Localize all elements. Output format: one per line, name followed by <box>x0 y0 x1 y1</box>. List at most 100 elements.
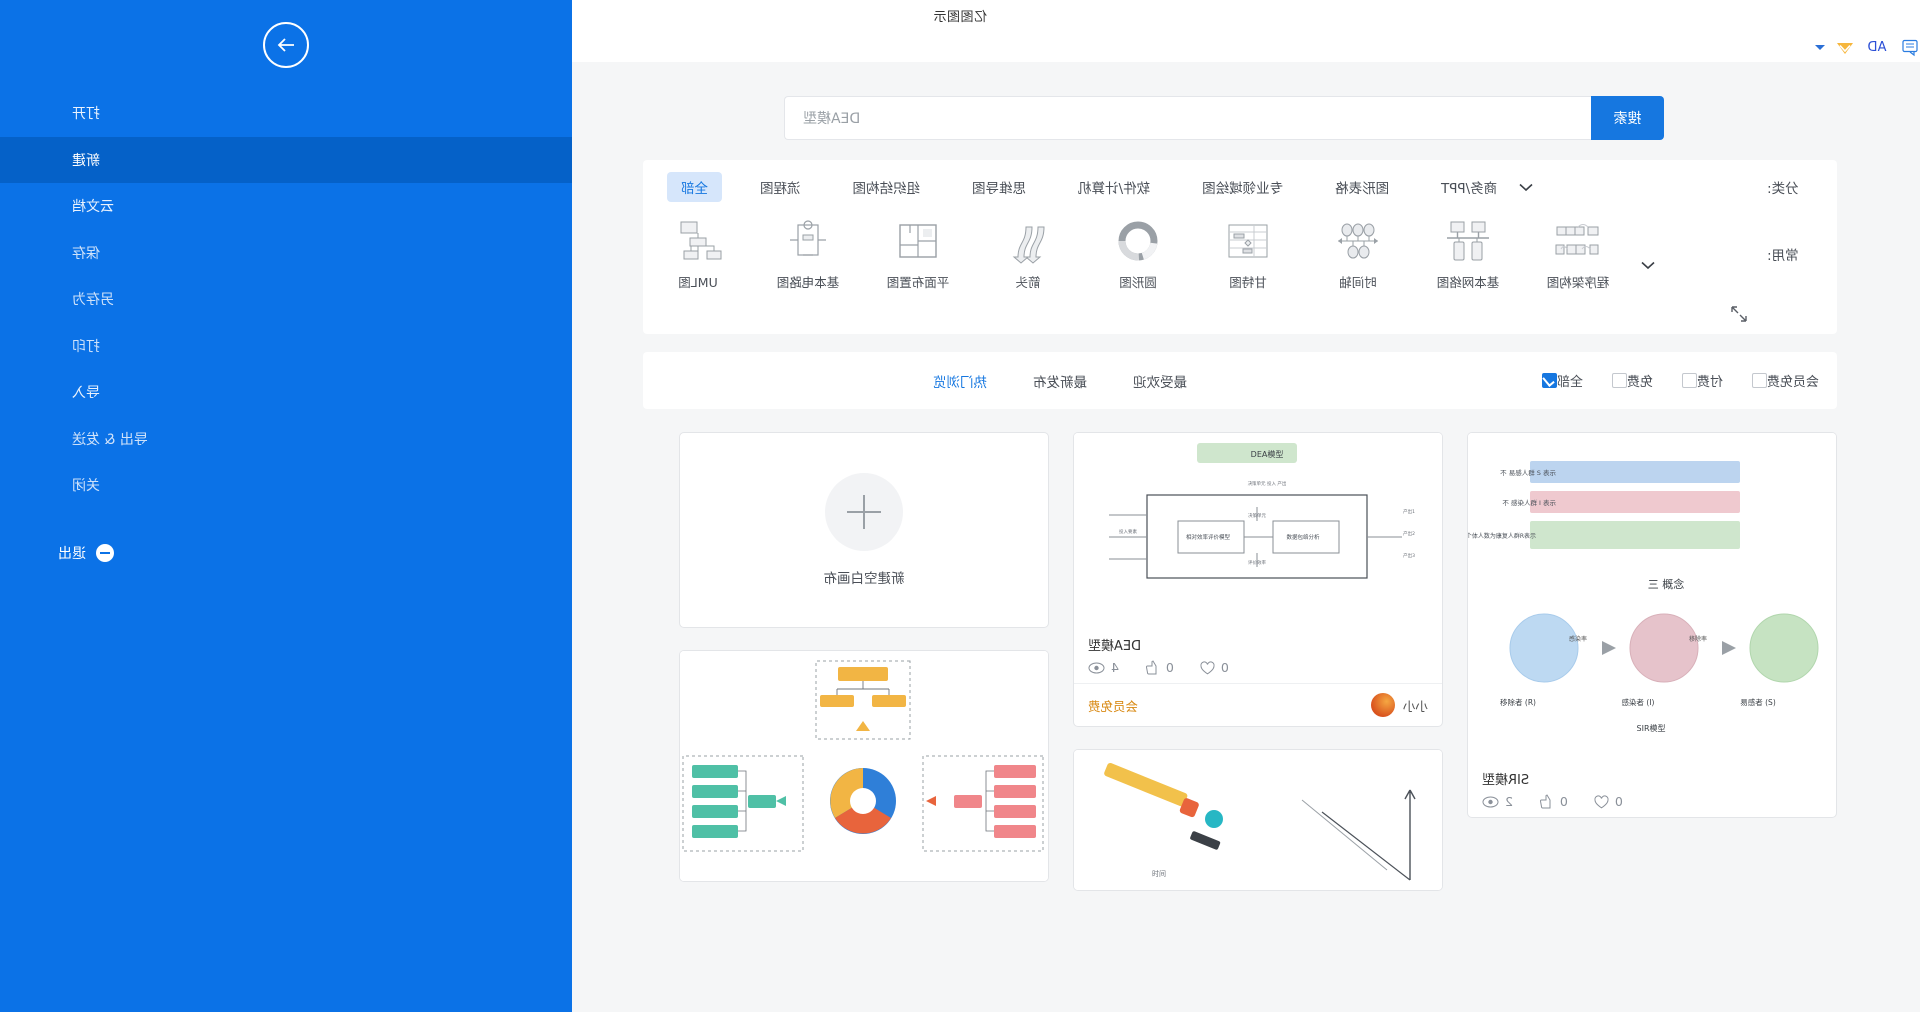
stat-views: 4 <box>1088 660 1119 675</box>
floor-plan-icon <box>892 214 944 270</box>
sidebar-item-save-as[interactable]: 另存为 <box>0 276 572 323</box>
filter-all[interactable]: 全部 <box>1535 371 1583 390</box>
checkbox-free[interactable] <box>1611 373 1627 388</box>
app-root: 亿图图示 AD 搜索 DEA模型 分类: 全部 流程图 组织结构图 思维导图 软… <box>0 0 1920 1012</box>
common-label: 常用: <box>1767 248 1799 264</box>
template-thumbnail-org-mindmap <box>679 651 1048 881</box>
filter-member-free-label: 会员免费 <box>1766 375 1819 390</box>
sort-tabs: 热门浏览 最新发布 最受欢迎 <box>933 371 1233 391</box>
template-card-sir-model[interactable]: 不 易感人群 S 表示 不 感染人群 I 表示 移除人群包括免疫者和死亡者在内的… <box>1467 432 1837 818</box>
sidebar-item-close[interactable]: 关闭 <box>0 462 572 509</box>
filter-paid[interactable]: 付费 <box>1675 371 1723 390</box>
comment-icon[interactable] <box>1897 37 1920 59</box>
sidebar-item-save[interactable]: 保存 <box>0 230 572 277</box>
stat-favorites-value: 0 <box>1220 660 1229 675</box>
common-item-circuit[interactable]: 基本电路图 <box>753 214 863 291</box>
stat-likes-value: 0 <box>1165 660 1174 675</box>
category-chip-charts-tables[interactable]: 图形表格 <box>1321 172 1403 202</box>
sidebar-item-open[interactable]: 打开 <box>0 90 572 137</box>
common-item-label: 平面布置图 <box>886 275 950 290</box>
category-chip-flowchart[interactable]: 流程图 <box>746 172 815 202</box>
main-content: 搜索 分类: 全部 流程图 组织结构图 思维导图 软件/计算机 专业领域绘图 图… <box>346 64 1920 1012</box>
sidebar-item-import[interactable]: 导入 <box>0 369 572 416</box>
common-item-uml[interactable]: UML图 <box>643 214 753 291</box>
svg-text:感染率: 感染率 <box>1569 635 1587 643</box>
program-architecture-icon <box>1552 214 1604 270</box>
checkbox-paid[interactable] <box>1681 373 1697 388</box>
price-filter-group: 全部 免费 付费 会员免费 <box>1513 371 1819 390</box>
common-item-timeline[interactable]: 时间轴 <box>1303 214 1413 291</box>
svg-text:移除人群包括免疫者和死亡者在内的个体人数为康复人群R表示: 移除人群包括免疫者和死亡者在内的个体人数为康复人群R表示 <box>1467 532 1536 540</box>
network-diagram-icon <box>1442 214 1494 270</box>
category-chip-org-chart[interactable]: 组织结构图 <box>839 172 935 202</box>
sidebar-item-exit[interactable]: 退出 <box>58 543 114 563</box>
circuit-diagram-icon <box>782 214 834 270</box>
author-name: 小小 <box>1402 698 1428 714</box>
svg-text:三 概念: 三 概念 <box>1648 577 1685 591</box>
template-column-middle: DEA模型 相对效率评价模型 数据包络分析 决策单元 评价效率 产出1 产出2 … <box>1073 432 1443 913</box>
stat-favorites: 0 <box>1200 660 1229 675</box>
new-blank-canvas-card[interactable]: 新建空白画布 <box>679 432 1049 628</box>
category-label: 分类: <box>1767 181 1799 197</box>
filter-free[interactable]: 免费 <box>1605 371 1653 390</box>
template-title: DEA模型 <box>1088 639 1142 654</box>
template-stats: 4 0 0 <box>1074 656 1442 683</box>
common-expand-chevron-down-icon[interactable] <box>1633 214 1663 291</box>
svg-text:产出1: 产出1 <box>1403 508 1415 515</box>
arrow-right-circle-icon[interactable] <box>263 22 309 68</box>
sidebar-item-new[interactable]: 新建 <box>0 136 572 183</box>
template-card-dea-model[interactable]: DEA模型 相对效率评价模型 数据包络分析 决策单元 评价效率 产出1 产出2 … <box>1073 432 1443 727</box>
common-item-arrow[interactable]: 箭头 <box>973 214 1083 291</box>
common-item-network[interactable]: 基本网络图 <box>1413 214 1523 291</box>
stat-views-value: 4 <box>1111 660 1119 675</box>
category-expand-chevron-down-icon[interactable] <box>1511 181 1541 193</box>
category-chip-professional[interactable]: 专业领域绘图 <box>1188 172 1297 202</box>
edraw-diamond-logo <box>1833 37 1857 59</box>
common-item-label: UML图 <box>678 275 718 290</box>
search-input[interactable] <box>803 110 1573 126</box>
search-field-wrapper <box>784 96 1591 140</box>
common-item-list: UML图 基本电路图 平面布置图 箭头 圆形图 甘特图 时间轴 基本网络图 程序… <box>643 214 1755 291</box>
filter-member-free[interactable]: 会员免费 <box>1745 371 1819 390</box>
gantt-chart-icon <box>1222 214 1274 270</box>
common-item-donut[interactable]: 圆形图 <box>1083 214 1193 291</box>
minus-circle-icon <box>96 544 114 562</box>
svg-text:产出2: 产出2 <box>1403 530 1415 537</box>
template-card-sketch-tools[interactable]: 时间 <box>1073 749 1443 891</box>
svg-text:数据包络分析: 数据包络分析 <box>1286 533 1320 541</box>
quick-access-dropdown-icon[interactable] <box>1815 45 1825 50</box>
category-chip-all[interactable]: 全部 <box>667 172 722 202</box>
search-bar: 搜索 <box>784 96 1664 140</box>
category-panel: 分类: 全部 流程图 组织结构图 思维导图 软件/计算机 专业领域绘图 图形表格… <box>643 160 1837 334</box>
app-abbrev-label: AD <box>1867 40 1887 55</box>
svg-text:评价效率: 评价效率 <box>1248 559 1266 566</box>
svg-text:投入要素: 投入要素 <box>1119 528 1137 535</box>
checkbox-all[interactable] <box>1541 373 1557 388</box>
template-column-left: 不 易感人群 S 表示 不 感染人群 I 表示 移除人群包括免疫者和死亡者在内的… <box>1467 432 1837 840</box>
expand-arrows-icon[interactable] <box>1729 304 1749 324</box>
stat-views: 2 <box>1482 794 1513 809</box>
common-item-floorplan[interactable]: 平面布置图 <box>863 214 973 291</box>
back-button[interactable] <box>0 0 572 90</box>
category-chip-business-ppt[interactable]: 商务/PPT <box>1427 172 1511 202</box>
sidebar-item-print[interactable]: 打印 <box>0 323 572 370</box>
sort-tab-newest[interactable]: 最新发布 <box>1033 371 1087 391</box>
sidebar-item-export-send[interactable]: 导出 & 发送 <box>0 416 572 463</box>
template-thumbnail-sir: 不 易感人群 S 表示 不 感染人群 I 表示 移除人群包括免疫者和死亡者在内的… <box>1467 433 1836 763</box>
filter-free-label: 免费 <box>1626 375 1653 390</box>
arrow-icon <box>1002 214 1054 270</box>
stat-likes-value: 0 <box>1559 794 1568 809</box>
search-button[interactable]: 搜索 <box>1591 96 1664 140</box>
sidebar-item-cloud-docs[interactable]: 云文档 <box>0 183 572 230</box>
donut-chart-icon <box>1112 214 1164 270</box>
sort-tab-popular[interactable]: 热门浏览 <box>933 371 987 391</box>
category-chip-mindmap[interactable]: 思维导图 <box>958 172 1040 202</box>
svg-text:相对效率评价模型: 相对效率评价模型 <box>1186 533 1231 541</box>
common-item-label: 箭头 <box>1015 275 1041 290</box>
sort-tab-most-liked[interactable]: 最受欢迎 <box>1133 371 1187 391</box>
common-item-gantt[interactable]: 甘特图 <box>1193 214 1303 291</box>
common-item-program-architecture[interactable]: 程序架构图 <box>1523 214 1633 291</box>
template-card-org-mindmap[interactable] <box>679 650 1049 882</box>
checkbox-member-free[interactable] <box>1751 373 1767 388</box>
category-chip-software[interactable]: 软件/计算机 <box>1064 172 1164 202</box>
